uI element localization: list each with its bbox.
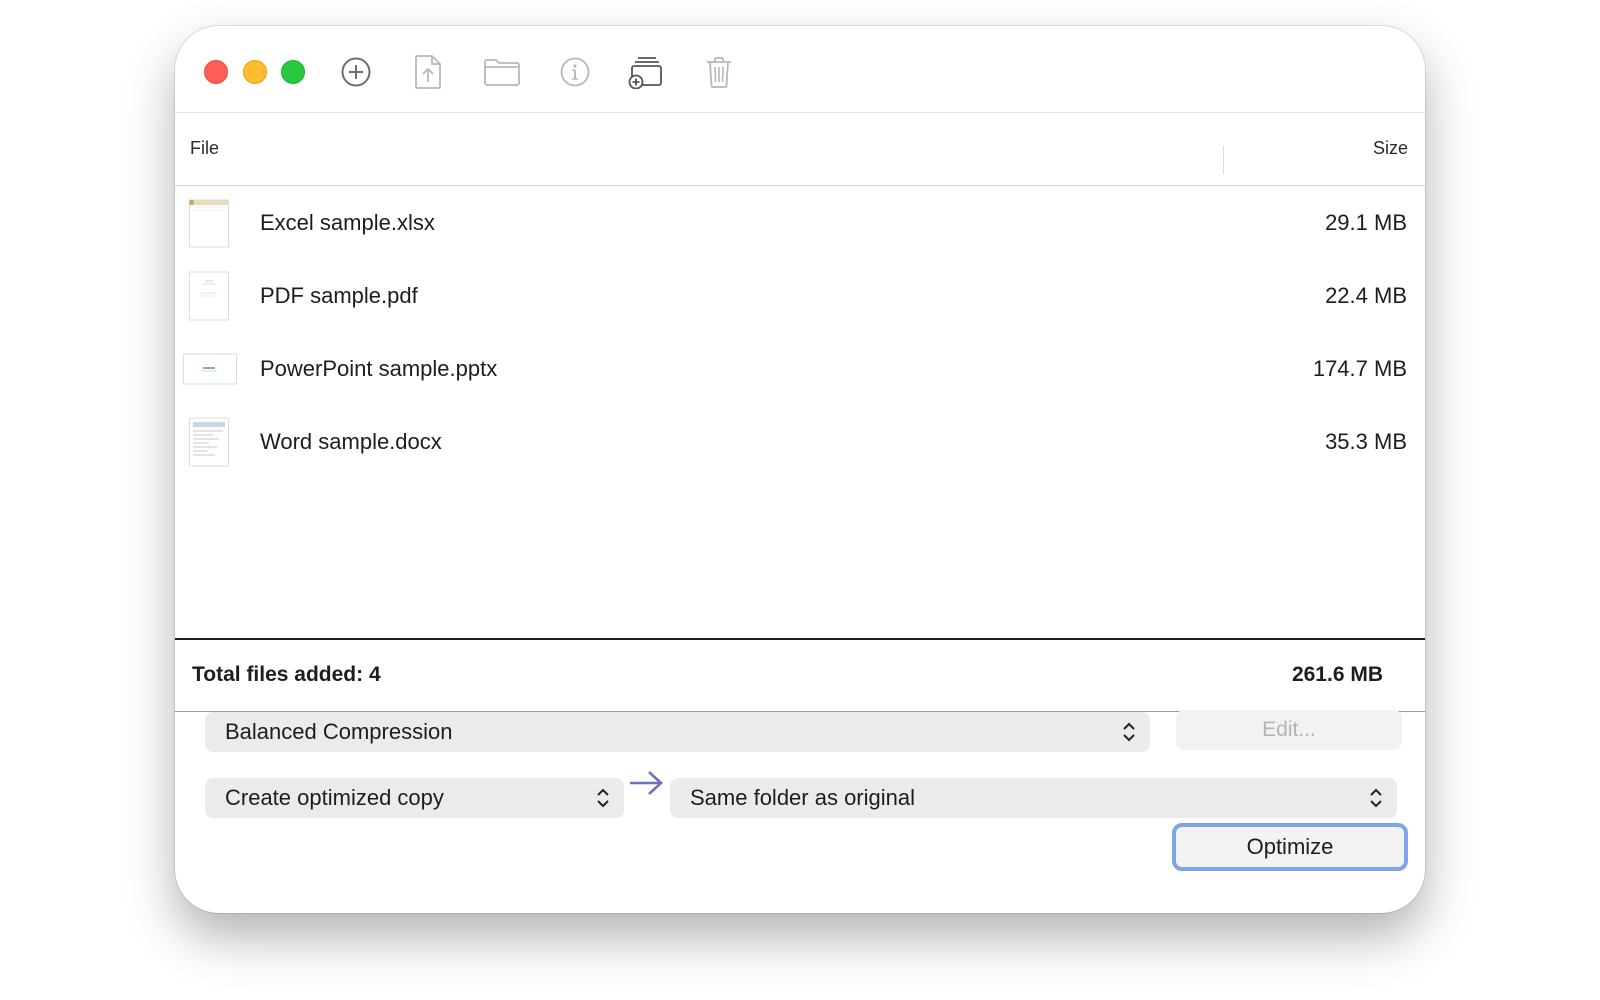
output-mode-value: Create optimized copy — [225, 785, 444, 810]
optimize-button[interactable]: Optimize — [1172, 823, 1408, 871]
minimize-window-button[interactable] — [243, 60, 267, 84]
app-window: File Size Excel sample.xlsx 29.1 MB PDF … — [175, 26, 1425, 913]
add-to-stack-button[interactable] — [623, 50, 667, 94]
export-button[interactable] — [406, 50, 450, 94]
plus-circle-icon — [341, 57, 371, 87]
reveal-folder-button[interactable] — [480, 50, 524, 94]
file-name: Excel sample.xlsx — [260, 210, 435, 235]
edit-preset-button[interactable]: Edit... — [1176, 710, 1402, 750]
column-header-size[interactable]: Size — [1373, 113, 1408, 185]
file-row[interactable]: Excel sample.xlsx 29.1 MB — [175, 186, 1425, 259]
file-size: 174.7 MB — [1312, 356, 1407, 381]
output-mode-select[interactable]: Create optimized copy — [205, 778, 624, 818]
word-thumbnail-icon — [189, 417, 229, 467]
list-header: File Size — [175, 113, 1425, 186]
add-files-button[interactable] — [334, 50, 378, 94]
powerpoint-thumbnail-icon — [183, 353, 237, 385]
chevron-up-down-icon — [597, 788, 609, 808]
file-row[interactable]: PDF sample.pdf 22.4 MB — [175, 259, 1425, 332]
compression-preset-select[interactable]: Balanced Compression — [205, 712, 1150, 752]
file-name: PowerPoint sample.pptx — [260, 356, 498, 381]
stack-add-icon — [628, 57, 662, 89]
info-circle-icon — [560, 57, 590, 87]
info-button[interactable] — [553, 50, 597, 94]
document-upload-icon — [415, 55, 441, 89]
summary-bar: Total files added: 4 261.6 MB — [175, 638, 1425, 712]
excel-thumbnail-icon — [189, 199, 229, 248]
column-divider[interactable] — [1223, 146, 1224, 174]
trash-icon — [707, 57, 731, 88]
file-size: 22.4 MB — [1325, 283, 1407, 308]
file-row[interactable]: PowerPoint sample.pptx 174.7 MB — [175, 332, 1425, 405]
zoom-window-button[interactable] — [281, 60, 305, 84]
file-row[interactable]: Word sample.docx 35.3 MB — [175, 405, 1425, 478]
total-files-label: Total files added: 4 — [192, 663, 381, 686]
total-size-value: 261.6 MB — [1291, 663, 1383, 686]
file-size: 29.1 MB — [1325, 210, 1407, 235]
destination-value: Same folder as original — [690, 785, 916, 810]
close-window-button[interactable] — [204, 60, 228, 84]
arrow-right-icon — [630, 771, 663, 795]
file-list: Excel sample.xlsx 29.1 MB PDF sample.pdf… — [175, 186, 1425, 638]
file-name: PDF sample.pdf — [260, 283, 418, 308]
folder-icon — [484, 59, 520, 86]
toolbar — [175, 26, 1425, 113]
chevron-up-down-icon — [1370, 788, 1382, 808]
column-header-file[interactable]: File — [190, 113, 219, 185]
chevron-up-down-icon — [1123, 722, 1135, 742]
pdf-thumbnail-icon — [189, 271, 229, 321]
file-name: Word sample.docx — [260, 429, 442, 454]
delete-button[interactable] — [697, 50, 741, 94]
file-size: 35.3 MB — [1325, 429, 1407, 454]
destination-select[interactable]: Same folder as original — [670, 778, 1397, 818]
compression-preset-value: Balanced Compression — [225, 719, 453, 744]
